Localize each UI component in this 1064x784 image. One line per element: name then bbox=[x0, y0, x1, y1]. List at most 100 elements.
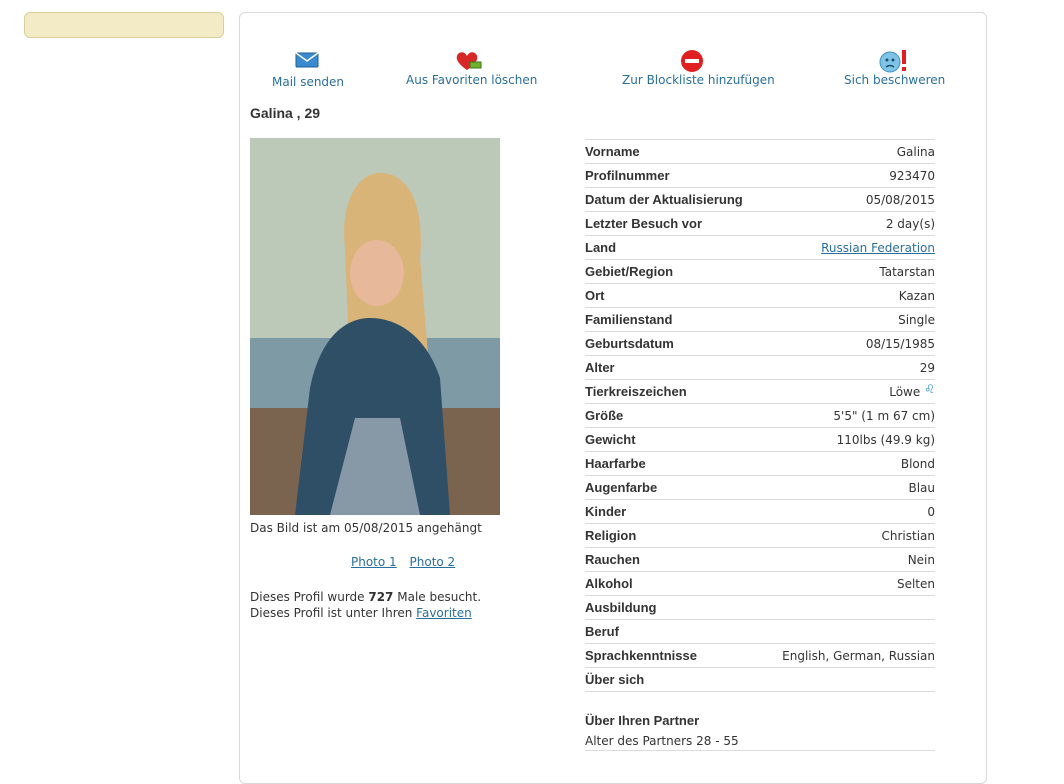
partner-section: Über Ihren Partner Alter des Partners 28… bbox=[585, 713, 935, 751]
detail-value: Kazan bbox=[898, 288, 935, 303]
detail-label: Beruf bbox=[585, 624, 619, 639]
detail-row: Augenfarbe Blau bbox=[585, 475, 935, 499]
detail-value: 110lbs (49.9 kg) bbox=[836, 432, 935, 447]
detail-label: Gebiet/Region bbox=[585, 264, 674, 279]
leo-zodiac-icon: ♌ bbox=[924, 381, 935, 396]
detail-value: 923470 bbox=[889, 168, 935, 183]
detail-label: Haarfarbe bbox=[585, 456, 646, 471]
detail-value: Löwe ♌ bbox=[889, 381, 935, 399]
complaint-face-icon bbox=[844, 49, 944, 73]
visit-count-prefix: Dieses Profil wurde bbox=[250, 590, 369, 604]
detail-label: Land bbox=[585, 240, 617, 255]
no-entry-icon bbox=[622, 49, 762, 72]
detail-label: Größe bbox=[585, 408, 624, 423]
partner-heading: Über Ihren Partner bbox=[585, 713, 700, 728]
detail-row: Sprachkenntnisse English, German, Russian bbox=[585, 643, 935, 667]
detail-value: Russian Federation bbox=[821, 241, 935, 255]
detail-value: Tatarstan bbox=[879, 264, 935, 279]
photo-links: Photo 1 Photo 2 bbox=[351, 555, 464, 569]
visit-count-line: Dieses Profil wurde 727 Male besucht. bbox=[250, 589, 481, 605]
profile-details-table: Vorname Galina Profilnummer 923470 Datum der… bbox=[585, 139, 935, 692]
detail-value: 29 bbox=[919, 360, 935, 375]
zodiac-value: Löwe bbox=[889, 384, 921, 399]
detail-label: Gewicht bbox=[585, 432, 636, 447]
detail-row: Beruf bbox=[585, 619, 935, 643]
detail-row: Gewicht 110lbs (49.9 kg) bbox=[585, 427, 935, 451]
remove-favorite-button[interactable]: Aus Favoriten löschen bbox=[406, 49, 537, 87]
profile-title: Galina , 29 bbox=[250, 105, 321, 121]
country-link[interactable]: Russian Federation bbox=[821, 241, 935, 255]
favorites-line: Dieses Profil ist unter Ihren Favoriten bbox=[250, 605, 481, 621]
detail-label: Geburtsdatum bbox=[585, 336, 674, 351]
partner-age-range: Alter des Partners 28 - 55 bbox=[585, 734, 935, 751]
favorites-text: Dieses Profil ist unter Ihren bbox=[250, 606, 417, 620]
detail-row: Alkohol Selten bbox=[585, 571, 935, 595]
detail-row: Ort Kazan bbox=[585, 283, 935, 307]
detail-row: Tierkreiszeichen Löwe ♌ bbox=[585, 379, 935, 403]
detail-label: Vorname bbox=[585, 144, 640, 159]
detail-row: Kinder 0 bbox=[585, 499, 935, 523]
detail-row: Profilnummer 923470 bbox=[585, 163, 935, 187]
detail-label: Augenfarbe bbox=[585, 480, 658, 495]
detail-value: Christian bbox=[881, 528, 935, 543]
detail-value: 05/08/2015 bbox=[865, 192, 935, 207]
detail-value: Blond bbox=[900, 456, 935, 471]
detail-value: Blau bbox=[908, 480, 935, 495]
visit-info: Dieses Profil wurde 727 Male besucht. Di… bbox=[250, 589, 481, 621]
add-blocklist-label: Zur Blockliste hinzufügen bbox=[622, 73, 775, 87]
detail-row: Größe 5'5" (1 m 67 cm) bbox=[585, 403, 935, 427]
favorites-link[interactable]: Favoriten bbox=[416, 606, 472, 620]
heart-remove-icon bbox=[406, 49, 530, 71]
send-mail-label: Mail senden bbox=[272, 75, 345, 89]
detail-row: Geburtsdatum 08/15/1985 bbox=[585, 331, 935, 355]
detail-label: Sprachkenntnisse bbox=[585, 648, 697, 663]
profile-panel: Mail senden Aus Favoriten löschen Zur Bl… bbox=[239, 12, 987, 784]
detail-label: Kinder bbox=[585, 504, 627, 519]
detail-value: 2 day(s) bbox=[885, 216, 935, 231]
photo-link-1[interactable]: Photo 1 bbox=[351, 555, 397, 569]
detail-label: Rauchen bbox=[585, 552, 640, 567]
detail-value: 5'5" (1 m 67 cm) bbox=[833, 408, 935, 423]
detail-value: English, German, Russian bbox=[782, 648, 935, 663]
detail-row: Über sich bbox=[585, 667, 935, 692]
detail-value: Selten bbox=[896, 576, 935, 591]
detail-value: Nein bbox=[907, 552, 935, 567]
detail-label: Datum der Aktualisierung bbox=[585, 192, 743, 207]
detail-label: Ausbildung bbox=[585, 600, 657, 615]
complain-label: Sich beschweren bbox=[844, 73, 946, 87]
remove-favorite-label: Aus Favoriten löschen bbox=[406, 73, 538, 87]
detail-label: Alkohol bbox=[585, 576, 633, 591]
envelope-icon bbox=[272, 51, 342, 73]
detail-row: Haarfarbe Blond bbox=[585, 451, 935, 475]
detail-row: Rauchen Nein bbox=[585, 547, 935, 571]
detail-row: Gebiet/Region Tatarstan bbox=[585, 259, 935, 283]
detail-label: Letzter Besuch vor bbox=[585, 216, 703, 231]
detail-row: Land Russian Federation bbox=[585, 235, 935, 259]
detail-value: Single bbox=[898, 312, 935, 327]
detail-label: Familienstand bbox=[585, 312, 673, 327]
profile-photo[interactable] bbox=[250, 138, 500, 515]
detail-row: Alter 29 bbox=[585, 355, 935, 379]
detail-row: Datum der Aktualisierung 05/08/2015 bbox=[585, 187, 935, 211]
detail-label: Über sich bbox=[585, 672, 645, 687]
detail-row: Letzter Besuch vor 2 day(s) bbox=[585, 211, 935, 235]
complain-button[interactable]: Sich beschweren bbox=[844, 49, 946, 87]
detail-row: Familienstand Single bbox=[585, 307, 935, 331]
detail-row: Vorname Galina bbox=[585, 139, 935, 163]
add-blocklist-button[interactable]: Zur Blockliste hinzufügen bbox=[622, 49, 775, 87]
detail-label: Tierkreiszeichen bbox=[585, 384, 687, 399]
detail-value: 08/15/1985 bbox=[865, 336, 935, 351]
sidebar-panel bbox=[24, 12, 224, 38]
visit-count: 727 bbox=[368, 590, 394, 604]
visit-count-suffix: Male besucht. bbox=[393, 590, 482, 604]
detail-label: Religion bbox=[585, 528, 637, 543]
detail-value: 0 bbox=[927, 504, 935, 519]
photo-link-2[interactable]: Photo 2 bbox=[410, 555, 456, 569]
detail-label: Alter bbox=[585, 360, 615, 375]
detail-value: Galina bbox=[896, 144, 935, 159]
photo-caption: Das Bild ist am 05/08/2015 angehängt bbox=[250, 521, 482, 535]
detail-row: Religion Christian bbox=[585, 523, 935, 547]
detail-row: Ausbildung bbox=[585, 595, 935, 619]
send-mail-button[interactable]: Mail senden bbox=[272, 51, 345, 89]
detail-label: Profilnummer bbox=[585, 168, 670, 183]
